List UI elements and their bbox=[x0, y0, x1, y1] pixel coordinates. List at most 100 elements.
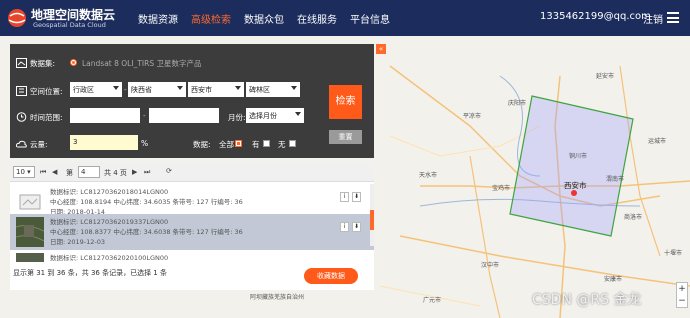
hamburger-menu-icon[interactable] bbox=[667, 12, 679, 23]
record-id: 数据标识: LC81270362019337LGN00 bbox=[50, 218, 169, 226]
cloud-value: 3 bbox=[73, 138, 78, 146]
map-label-guangyuan: 广元市 bbox=[423, 297, 442, 304]
prev-page-icon[interactable]: ◀ bbox=[52, 168, 57, 176]
page-prefix: 第 bbox=[66, 169, 73, 177]
scene-footprint bbox=[509, 95, 634, 237]
results-panel: 10 ▾ ⏮ ◀ 第 4 共 4 页 ▶ ⏭ ⟳ 数据标识: LC8127036… bbox=[10, 162, 374, 290]
zoom-out-button[interactable]: − bbox=[677, 295, 687, 307]
main-nav: 数据资源 高级检索 数据众包 在线服务 平台信息 bbox=[138, 11, 390, 26]
record-date: 日期: 2019-12-03 bbox=[50, 238, 106, 246]
download-button[interactable]: ⬇ bbox=[352, 192, 361, 202]
page-size-select[interactable]: 10 ▾ bbox=[13, 166, 35, 178]
filter-yes-label: 有 bbox=[252, 140, 260, 149]
results-summary: 显示第 31 到 36 条，共 36 条记录，已选择 1 条 bbox=[13, 269, 167, 277]
dataset-label: 数据集: bbox=[30, 59, 56, 68]
admin-region-select[interactable]: 行政区 bbox=[70, 82, 122, 97]
result-row-selected[interactable]: 数据标识: LC81270362019337LGN00 中心经度: 108.83… bbox=[10, 214, 374, 250]
zoom-in-button[interactable]: + bbox=[677, 283, 687, 295]
time-label: 时间范围: bbox=[30, 113, 63, 122]
nav-platform-info[interactable]: 平台信息 bbox=[350, 11, 390, 26]
logo-subtitle: Geospatial Data Cloud bbox=[33, 21, 106, 29]
info-button[interactable]: i bbox=[340, 222, 349, 232]
filter-no-label: 无 bbox=[278, 140, 286, 149]
site-logo[interactable]: 地理空间数据云 Geospatial Data Cloud bbox=[6, 4, 130, 32]
map-label-tongchuan: 铜川市 bbox=[569, 153, 588, 160]
nav-advanced-search[interactable]: 高级检索 bbox=[191, 11, 231, 26]
data-filter-label: 数据: bbox=[193, 140, 211, 149]
nav-data-resources[interactable]: 数据资源 bbox=[138, 11, 178, 26]
time-start-input[interactable] bbox=[70, 108, 140, 123]
dataset-value[interactable]: Landsat 8 OLI_TIRS 卫星数字产品 bbox=[82, 58, 201, 69]
cloud-input[interactable]: 3 bbox=[70, 135, 138, 150]
record-id: 数据标识: LC81270362020100LGN00 bbox=[50, 254, 169, 262]
month-value: 选择月份 bbox=[249, 112, 277, 120]
filter-all-label: 全部 bbox=[219, 140, 234, 149]
page-number-input[interactable]: 4 bbox=[78, 166, 100, 178]
record-center: 中心经度: 108.8377 中心纬度: 34.6038 条带号: 127 行编… bbox=[50, 228, 243, 236]
dataset-radio[interactable] bbox=[70, 59, 77, 66]
map-label-pingliang: 平凉市 bbox=[463, 113, 482, 120]
last-page-icon[interactable]: ⏭ bbox=[144, 168, 150, 177]
location-icon bbox=[16, 86, 27, 96]
pagination-bar: 10 ▾ ⏮ ◀ 第 4 共 4 页 ▶ ⏭ ⟳ bbox=[10, 162, 374, 182]
record-id: 数据标识: LC81270362018014LGN00 bbox=[50, 188, 169, 196]
record-center: 中心经度: 108.8194 中心纬度: 34.6035 条带号: 127 行编… bbox=[50, 198, 243, 206]
first-page-icon[interactable]: ⏮ bbox=[40, 168, 46, 177]
time-end-input[interactable] bbox=[149, 108, 219, 123]
top-nav-bar: 地理空间数据云 Geospatial Data Cloud 数据资源 高级检索 … bbox=[0, 0, 690, 36]
cloud-label: 云量: bbox=[30, 140, 48, 149]
location-label: 空间位置: bbox=[30, 87, 63, 96]
map-zoom-control: + − bbox=[676, 282, 688, 308]
map-label-qingyang: 庆阳市 bbox=[508, 100, 527, 107]
dataset-icon bbox=[16, 58, 27, 68]
user-email[interactable]: 1335462199@qq.com bbox=[540, 11, 651, 22]
info-button[interactable]: i bbox=[340, 192, 349, 202]
map-label-shangluo: 商洛市 bbox=[624, 214, 643, 221]
clock-icon bbox=[16, 112, 27, 122]
map-label-xian: 西安市 bbox=[564, 181, 587, 190]
province-select[interactable]: 陕西省 bbox=[128, 82, 186, 97]
province-value: 陕西省 bbox=[131, 86, 152, 94]
map-label-tianshui: 天水市 bbox=[419, 172, 438, 179]
refresh-icon[interactable]: ⟳ bbox=[166, 167, 172, 175]
results-scrollbar[interactable] bbox=[370, 184, 374, 246]
nav-online-service[interactable]: 在线服务 bbox=[297, 11, 337, 26]
nav-crowdsourcing[interactable]: 数据众包 bbox=[244, 11, 284, 26]
map-label-yanan: 延安市 bbox=[596, 73, 615, 80]
filter-all-checkbox[interactable] bbox=[235, 140, 242, 147]
admin-region-value: 行政区 bbox=[73, 86, 94, 94]
map-label-baoji: 宝鸡市 bbox=[492, 185, 511, 192]
page-total: 共 4 页 bbox=[104, 169, 127, 177]
city-select[interactable]: 西安市 bbox=[188, 82, 244, 97]
scene-thumbnail bbox=[16, 217, 44, 247]
map-label-ankang: 安康市 bbox=[604, 276, 623, 283]
collect-data-button[interactable]: 收藏数据 bbox=[304, 268, 358, 284]
map-label-weinan: 渭南市 bbox=[606, 176, 625, 183]
map-label-yuncheng: 运城市 bbox=[648, 138, 667, 145]
month-select[interactable]: 选择月份 bbox=[246, 108, 304, 123]
cloud-unit: % bbox=[141, 139, 149, 148]
city-value: 西安市 bbox=[191, 86, 212, 94]
filter-no-checkbox[interactable] bbox=[289, 140, 296, 147]
thumbnail-placeholder-icon bbox=[19, 194, 41, 210]
filter-yes-checkbox[interactable] bbox=[263, 140, 270, 147]
reset-button[interactable]: 重置 bbox=[329, 130, 362, 144]
logout-link[interactable]: 注销 bbox=[643, 11, 663, 26]
scene-thumbnail bbox=[16, 253, 44, 262]
month-label: 月份: bbox=[228, 113, 246, 122]
map-label-shiyan: 十堰市 bbox=[664, 250, 683, 257]
map-label-aba: 阿坝藏族羌族自治州 bbox=[250, 294, 305, 301]
cloud-icon bbox=[16, 140, 27, 148]
collapse-panel-button[interactable]: « bbox=[376, 44, 386, 54]
map-label-hanzhong: 汉中市 bbox=[481, 262, 500, 269]
search-button[interactable]: 检索 bbox=[329, 85, 362, 119]
next-page-icon[interactable]: ▶ bbox=[132, 168, 137, 176]
district-select[interactable]: 碑林区 bbox=[246, 82, 300, 97]
dash-separator: - bbox=[124, 86, 127, 94]
search-panel: 数据集: Landsat 8 OLI_TIRS 卫星数字产品 空间位置: 行政区… bbox=[10, 44, 374, 158]
district-value: 碑林区 bbox=[249, 86, 270, 94]
time-dash: - bbox=[143, 112, 146, 120]
download-button[interactable]: ⬇ bbox=[352, 222, 361, 232]
result-row[interactable]: 数据标识: LC81270362020100LGN00 bbox=[10, 250, 374, 262]
watermark-text: CSDN @RS 金龙 bbox=[532, 292, 642, 308]
